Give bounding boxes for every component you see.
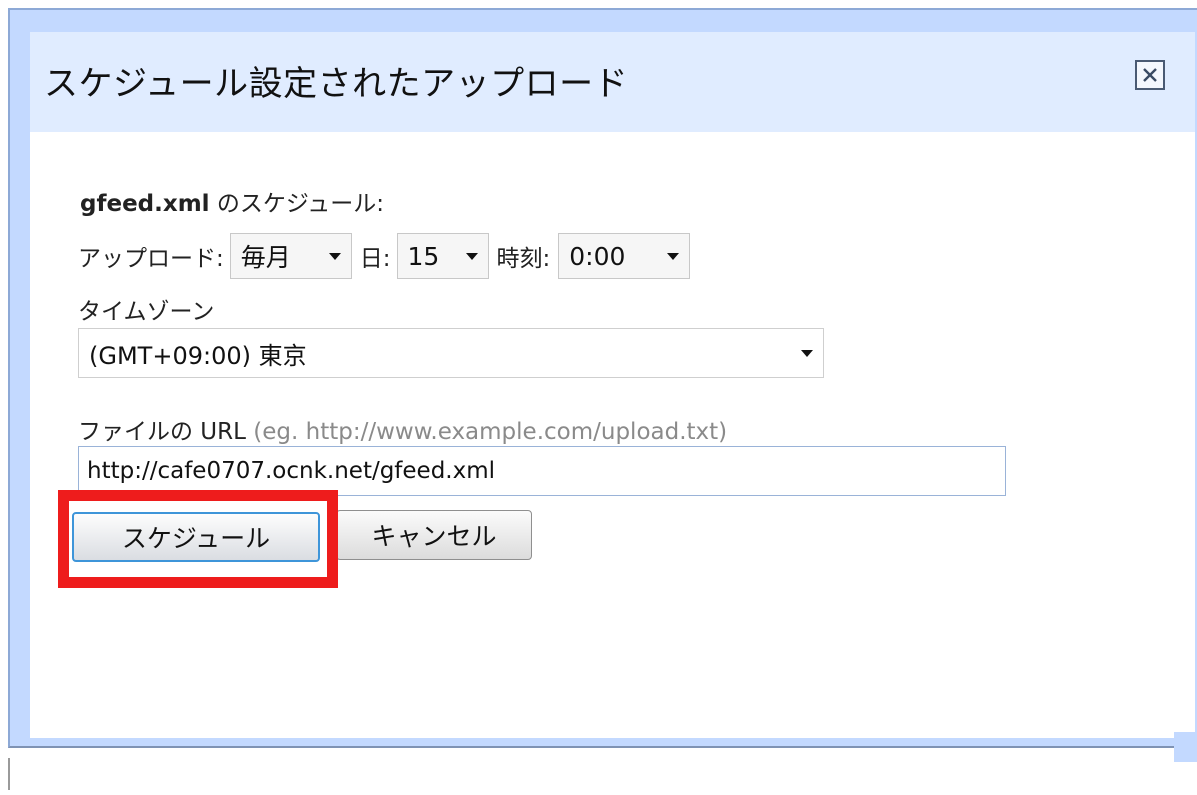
close-icon xyxy=(1143,68,1157,82)
schedule-heading: gfeed.xml のスケジュール: xyxy=(80,184,384,218)
timezone-select[interactable]: (GMT+09:00) 東京 xyxy=(78,328,824,378)
dropdown-arrow-icon xyxy=(465,253,478,260)
dialog-titlebar: スケジュール設定されたアップロード xyxy=(30,32,1195,132)
url-label: ファイルの URL (eg. http://www.example.com/up… xyxy=(78,412,727,446)
file-url-input[interactable] xyxy=(78,446,1006,496)
text-cursor xyxy=(8,758,10,790)
time-label: 時刻: xyxy=(496,246,551,272)
dialog-content: gfeed.xml のスケジュール: アップロード: 毎月 日: 15 時刻: … xyxy=(30,132,1195,738)
screen: スケジュール設定されたアップロード gfeed.xml のスケジュール: アップ… xyxy=(0,0,1197,795)
timezone-value: (GMT+09:00) 東京 xyxy=(89,341,307,370)
frequency-value: 毎月 xyxy=(240,243,291,272)
upload-schedule-row: アップロード: 毎月 日: 15 時刻: 0:00 xyxy=(78,232,691,280)
schedule-filename: gfeed.xml xyxy=(80,191,210,217)
close-button[interactable] xyxy=(1135,60,1165,90)
time-value: 0:00 xyxy=(569,241,626,271)
day-label: 日: xyxy=(359,246,391,272)
dropdown-arrow-icon xyxy=(801,350,813,357)
dropdown-arrow-icon xyxy=(667,253,680,260)
dialog-frame: スケジュール設定されたアップロード gfeed.xml のスケジュール: アップ… xyxy=(8,8,1197,762)
schedule-heading-suffix: のスケジュール: xyxy=(209,191,385,217)
highlight-annotation xyxy=(58,490,338,588)
cancel-button[interactable]: キャンセル xyxy=(336,510,532,560)
url-hint: (eg. http://www.example.com/upload.txt) xyxy=(253,419,728,445)
day-select[interactable]: 15 xyxy=(396,233,489,279)
dialog-corner xyxy=(1174,732,1197,762)
day-value: 15 xyxy=(407,241,440,271)
dialog: スケジュール設定されたアップロード gfeed.xml のスケジュール: アップ… xyxy=(30,32,1197,762)
upload-label: アップロード: xyxy=(78,246,224,272)
dropdown-arrow-icon xyxy=(328,253,341,260)
dialog-title: スケジュール設定されたアップロード xyxy=(44,64,629,104)
frequency-select[interactable]: 毎月 xyxy=(229,233,352,279)
timezone-label: タイムゾーン xyxy=(78,299,215,325)
url-label-text: ファイルの URL xyxy=(78,419,246,445)
time-select[interactable]: 0:00 xyxy=(558,233,691,279)
